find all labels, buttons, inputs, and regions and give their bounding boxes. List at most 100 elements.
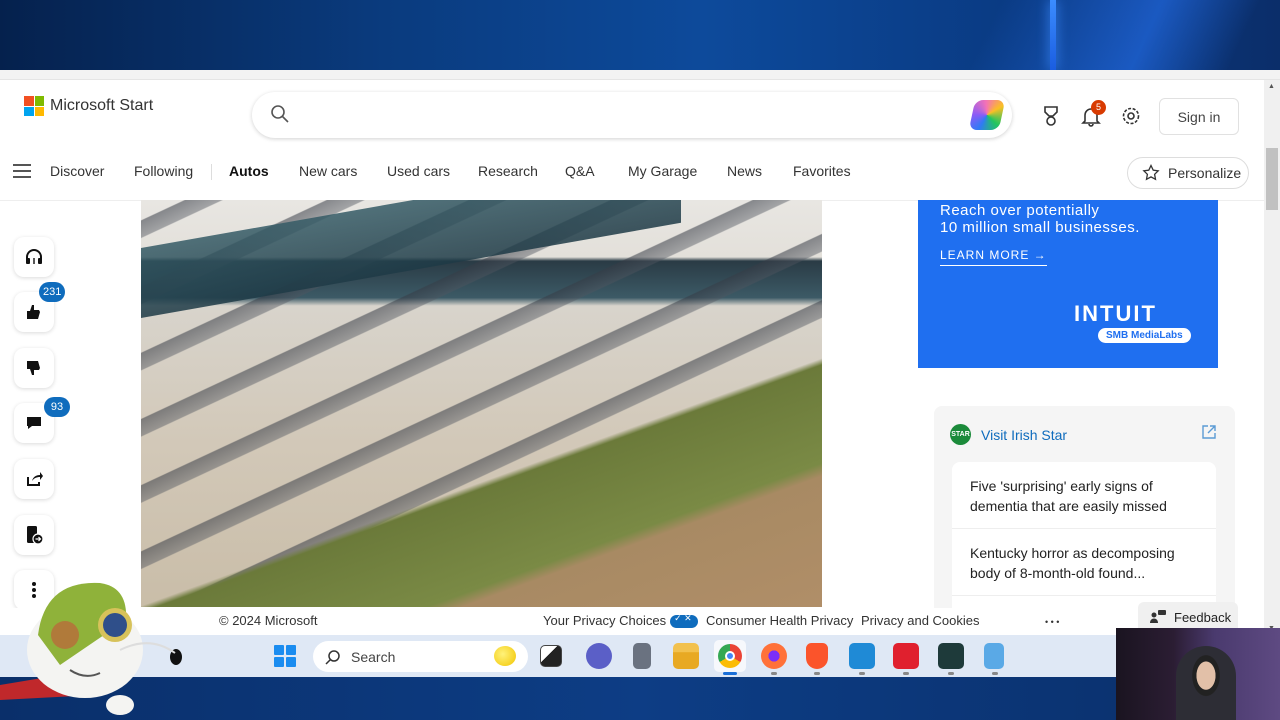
task-view-icon[interactable]: [540, 645, 562, 667]
thumbs-down-icon: [27, 361, 40, 375]
search-input[interactable]: [302, 100, 952, 130]
taskbar-search[interactable]: Search: [313, 641, 528, 672]
nav-item-qa[interactable]: Q&A: [565, 163, 595, 179]
page-scrollbar[interactable]: ▲ ▼: [1264, 80, 1280, 635]
nav-item-research[interactable]: Research: [478, 163, 538, 179]
comments-count-badge: 93: [44, 397, 70, 417]
ad-brand-logo: INTUIT: [1074, 301, 1157, 326]
headphones-icon: [26, 249, 42, 264]
nav-item-new-cars[interactable]: New cars: [299, 163, 357, 179]
scroll-up-icon[interactable]: ▲: [1268, 83, 1275, 90]
thumbs-up-icon: [27, 305, 40, 319]
consumer-health-privacy-link[interactable]: Consumer Health Privacy: [706, 613, 853, 628]
privacy-choices-icon: [670, 613, 699, 629]
nav-item-my-garage[interactable]: My Garage: [628, 163, 697, 179]
source-card: STAR Visit Irish Star Five 'surprising' …: [934, 406, 1235, 626]
hamburger-menu-icon[interactable]: [13, 164, 31, 178]
notepad-icon[interactable]: [984, 643, 1004, 669]
article-image[interactable]: [141, 200, 822, 607]
calculator-icon[interactable]: [633, 643, 651, 669]
search-box[interactable]: [252, 92, 1012, 138]
nav-item-discover[interactable]: Discover: [50, 163, 104, 179]
nav-item-autos[interactable]: Autos: [229, 163, 269, 179]
file-explorer-icon[interactable]: [673, 643, 699, 669]
search-icon: [271, 105, 289, 123]
firefox-icon[interactable]: [761, 643, 787, 669]
likes-count-badge: 231: [39, 282, 66, 302]
chrome-taskbar-button[interactable]: [714, 640, 746, 672]
search-icon: [325, 649, 340, 665]
webcam-overlay: [1116, 628, 1280, 720]
active-app-indicator: [723, 672, 737, 675]
windows-taskbar: Search: [0, 635, 1280, 677]
streamer-video: [1176, 646, 1236, 720]
running-app-indicator: [814, 672, 820, 675]
copyright-text: © 2024 Microsoft: [219, 613, 318, 628]
list-item[interactable]: Kentucky horror as decomposing body of 8…: [952, 529, 1216, 596]
privacy-cookies-link[interactable]: Privacy and Cookies: [861, 613, 980, 628]
running-app-indicator: [948, 672, 954, 675]
external-link-icon[interactable]: [1201, 424, 1217, 440]
ad-headline-line-2: 10 million small businesses.: [940, 219, 1140, 236]
wallpaper-light-beam: [1050, 0, 1056, 70]
list-item[interactable]: Five 'surprising' early signs of dementi…: [952, 462, 1216, 529]
ad-sub-brand: SMB MediaLabs: [1098, 328, 1191, 343]
blue-app-icon[interactable]: [849, 643, 875, 669]
device-send-icon: [27, 526, 44, 545]
scrollbar-thumb[interactable]: [1266, 148, 1278, 210]
app-name: Microsoft Start: [50, 97, 154, 114]
intuit-advertisement[interactable]: Reach over potentially 10 million small …: [918, 200, 1218, 368]
brave-icon[interactable]: [806, 643, 828, 669]
running-app-indicator: [859, 672, 865, 675]
running-app-indicator: [903, 672, 909, 675]
factory-glass-facade: [141, 200, 681, 318]
listen-button[interactable]: [14, 237, 54, 277]
category-nav: Discover Following Autos New cars Used c…: [0, 160, 1264, 186]
nav-item-favorites[interactable]: Favorites: [793, 163, 851, 179]
meet-icon[interactable]: [586, 643, 612, 669]
red-app-icon[interactable]: [893, 643, 919, 669]
dark-app-icon[interactable]: [938, 643, 964, 669]
copilot-icon[interactable]: [968, 100, 1006, 130]
personalize-label: Personalize: [1168, 165, 1242, 181]
privacy-choices-link[interactable]: Your Privacy Choices: [543, 613, 699, 629]
ad-headline: Reach over potentially 10 million small …: [940, 202, 1140, 236]
notification-badge: 5: [1091, 100, 1106, 115]
search-highlight-icon: [494, 646, 516, 666]
share-button[interactable]: [14, 459, 54, 499]
privacy-choices-label: Your Privacy Choices: [543, 613, 667, 628]
ad-learn-more-link[interactable]: LEARN MORE →: [940, 248, 1047, 266]
nav-divider: [211, 164, 212, 180]
running-app-indicator: [992, 672, 998, 675]
irish-star-logo-icon: STAR: [950, 424, 971, 445]
browser-window: Microsoft Start 5 Sign in Discover Follo…: [0, 70, 1280, 635]
chrome-icon: [718, 644, 742, 668]
ad-headline-line-1: Reach over potentially: [940, 202, 1100, 219]
sign-in-button[interactable]: Sign in: [1159, 98, 1239, 135]
page-footer: © 2024 Microsoft Your Privacy Choices Co…: [0, 608, 1264, 635]
settings-icon[interactable]: [1120, 105, 1142, 127]
desktop-wallpaper-bottom: [0, 677, 1280, 720]
nav-item-used-cars[interactable]: Used cars: [387, 163, 450, 179]
personalize-button[interactable]: Personalize: [1127, 157, 1249, 189]
feedback-icon: [1150, 610, 1166, 623]
dislike-button[interactable]: [14, 348, 54, 388]
source-name: Visit Irish Star: [981, 426, 1068, 443]
star-edit-icon: [1142, 164, 1160, 181]
nav-item-news[interactable]: News: [727, 163, 762, 179]
feedback-label: Feedback: [1174, 609, 1232, 625]
microsoft-start-logo[interactable]: Microsoft Start: [24, 96, 153, 116]
browser-top-strip: [0, 70, 1280, 80]
footer-more-button[interactable]: • • •: [1045, 617, 1059, 627]
rewards-icon[interactable]: [1040, 105, 1062, 127]
snoopy-overlay-image: [0, 582, 182, 715]
visit-source-link[interactable]: STAR Visit Irish Star: [950, 424, 1067, 445]
microsoft-logo-icon: [24, 96, 44, 116]
comment-icon: [27, 417, 41, 429]
windows-start-icon[interactable]: [274, 645, 296, 667]
send-to-device-button[interactable]: [14, 515, 54, 555]
taskbar-search-label: Search: [351, 648, 396, 665]
running-app-indicator: [771, 672, 777, 675]
share-icon: [27, 472, 43, 486]
nav-item-following[interactable]: Following: [134, 163, 193, 179]
